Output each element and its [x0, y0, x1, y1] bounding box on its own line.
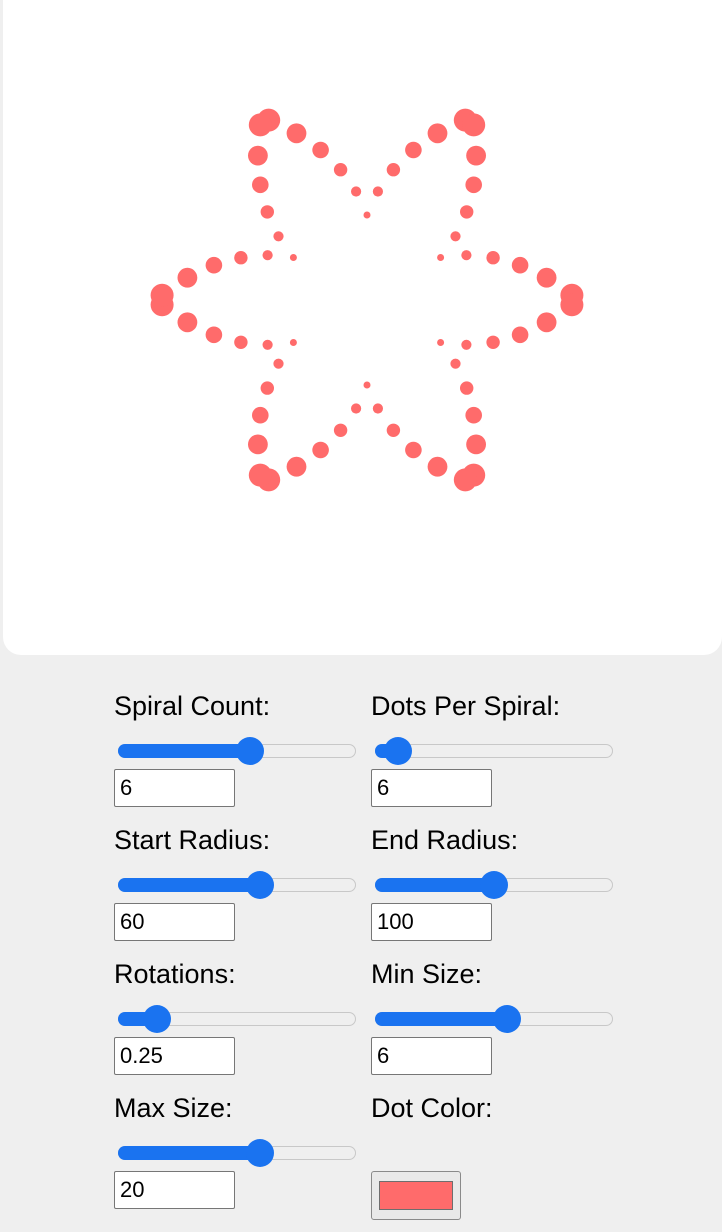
- start-radius-control: Start Radius: 60: [114, 789, 356, 941]
- slider-thumb[interactable]: [480, 871, 508, 899]
- spiral-dot: [486, 335, 500, 349]
- spiral-dot: [289, 254, 297, 261]
- spiral-dot: [450, 358, 461, 369]
- spiral-dot: [260, 381, 274, 395]
- spiral-dot: [486, 251, 500, 265]
- spiral-dot: [273, 358, 284, 369]
- spiral-dot: [372, 186, 383, 197]
- spiral-dot: [177, 267, 198, 288]
- spiral-dot: [150, 283, 174, 307]
- min-size-control: Min Size: 6: [371, 923, 613, 1075]
- spiral-dot: [460, 381, 474, 395]
- spiral-dot: [465, 176, 483, 194]
- spiral-dot: [462, 113, 486, 137]
- slider-fill: [118, 878, 266, 892]
- dots-per-spiral-slider[interactable]: [375, 737, 613, 765]
- spiral-dot: [260, 205, 274, 219]
- spiral-dot: [437, 254, 445, 261]
- spiral-dot: [405, 141, 422, 159]
- slider-thumb[interactable]: [246, 871, 274, 899]
- dots-per-spiral-label: Dots Per Spiral:: [371, 691, 561, 721]
- spiral-dot: [466, 434, 486, 455]
- slider-thumb[interactable]: [236, 737, 264, 765]
- rotations-control: Rotations: 0.25: [114, 923, 356, 1075]
- spiral-dot: [511, 256, 529, 274]
- start-radius-label: Start Radius:: [114, 825, 271, 855]
- dot-color-picker[interactable]: [371, 1171, 461, 1220]
- spiral-dot: [351, 403, 362, 414]
- spiral-dot: [286, 123, 307, 144]
- max-size-input[interactable]: 20: [114, 1171, 235, 1209]
- min-size-slider[interactable]: [375, 1005, 613, 1033]
- spiral-dot: [333, 163, 348, 177]
- spiral-dot: [289, 339, 297, 346]
- spiral-dot: [251, 176, 269, 194]
- spiral-dot: [333, 423, 348, 437]
- spiral-dot: [312, 141, 329, 159]
- spiral-dot: [372, 403, 383, 414]
- spiral-dot: [286, 456, 307, 477]
- spiral-dot: [461, 339, 472, 350]
- spiral-dot: [205, 326, 223, 344]
- rotations-label: Rotations:: [114, 959, 236, 989]
- start-radius-slider[interactable]: [118, 871, 356, 899]
- end-radius-control: End Radius: 100: [371, 789, 613, 941]
- controls-panel: Spiral Count: 6 Dots Per Spiral: 6 Start…: [0, 655, 722, 1232]
- spiral-canvas: [3, 0, 722, 655]
- spiral-drawing: [150, 108, 584, 492]
- spiral-dot: [450, 231, 461, 242]
- spiral-dot: [262, 250, 273, 261]
- dot-color-label: Dot Color:: [371, 1093, 493, 1123]
- spiral-dot: [248, 113, 272, 137]
- spiral-count-control: Spiral Count: 6: [114, 655, 356, 807]
- spiral-dot: [251, 406, 269, 424]
- spiral-dot: [536, 312, 557, 333]
- spiral-dot: [560, 293, 584, 317]
- spiral-dot: [234, 335, 248, 349]
- color-swatch: [379, 1181, 453, 1210]
- spiral-dot: [262, 339, 273, 350]
- dot-color-control: Dot Color:: [371, 1057, 613, 1220]
- spiral-dot: [427, 123, 448, 144]
- spiral-dot: [465, 406, 483, 424]
- spiral-dot: [363, 381, 371, 389]
- spiral-dot: [453, 468, 477, 492]
- spiral-dot: [461, 250, 472, 261]
- slider-fill: [118, 1146, 266, 1160]
- slider-thumb[interactable]: [246, 1139, 274, 1167]
- spiral-count-label: Spiral Count:: [114, 691, 271, 721]
- spiral-dot: [466, 145, 486, 166]
- slider-thumb[interactable]: [143, 1005, 171, 1033]
- spiral-dot: [312, 441, 329, 459]
- spiral-dot: [536, 267, 557, 288]
- slider-thumb[interactable]: [384, 737, 412, 765]
- spiral-dot: [248, 463, 272, 487]
- spiral-dot: [273, 231, 284, 242]
- spiral-dot: [437, 339, 445, 346]
- max-size-label: Max Size:: [114, 1093, 233, 1123]
- end-radius-slider[interactable]: [375, 871, 613, 899]
- end-radius-label: End Radius:: [371, 825, 519, 855]
- spiral-dot: [351, 186, 362, 197]
- min-size-label: Min Size:: [371, 959, 483, 989]
- spiral-dot: [205, 256, 223, 274]
- spiral-count-slider[interactable]: [118, 737, 356, 765]
- spiral-dot: [386, 163, 401, 177]
- spiral-dot: [177, 312, 198, 333]
- max-size-slider[interactable]: [118, 1139, 356, 1167]
- spiral-dot: [248, 145, 268, 166]
- spiral-dot: [460, 205, 474, 219]
- spiral-dot: [427, 456, 448, 477]
- dots-per-spiral-control: Dots Per Spiral: 6: [371, 655, 613, 807]
- max-size-control: Max Size: 20: [114, 1057, 356, 1209]
- spiral-dot: [248, 434, 268, 455]
- spiral-dot: [234, 251, 248, 265]
- slider-thumb[interactable]: [493, 1005, 521, 1033]
- rotations-slider[interactable]: [118, 1005, 356, 1033]
- spiral-dot: [405, 441, 422, 459]
- spiral-dot: [511, 326, 529, 344]
- spiral-dot: [386, 423, 401, 437]
- spiral-dot: [363, 211, 371, 219]
